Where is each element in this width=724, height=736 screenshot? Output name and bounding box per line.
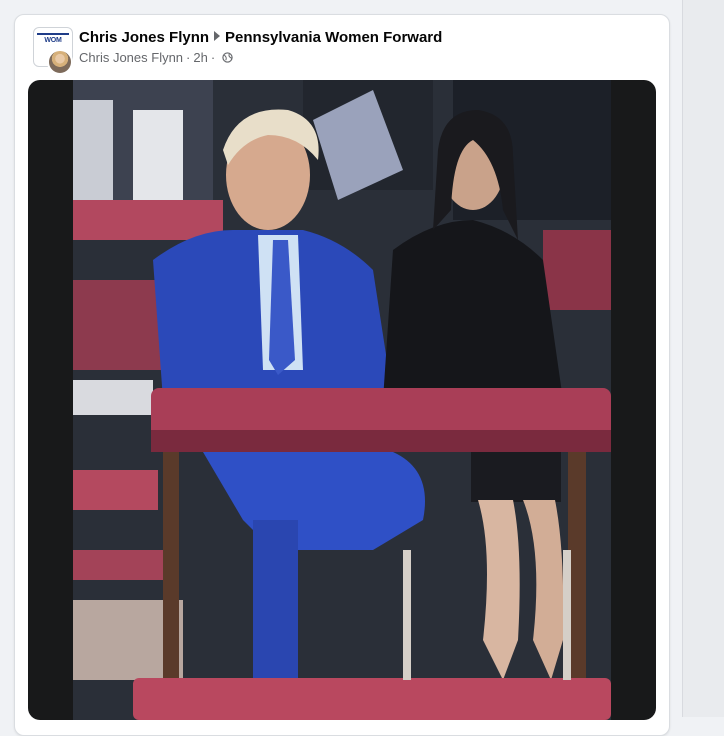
globe-icon — [222, 52, 233, 63]
author-name-link[interactable]: Chris Jones Flynn — [79, 29, 209, 46]
post-header: Chris Jones Flynn Pennsylvania Women Forw… — [79, 29, 442, 46]
photo-illustration — [73, 80, 611, 720]
page-scrollbar[interactable] — [682, 0, 724, 717]
post-timestamp[interactable]: 2h — [193, 50, 207, 65]
group-logo-bar — [37, 33, 69, 35]
post-meta: Chris Jones Flynn · 2h · — [79, 50, 233, 65]
meta-separator-2: · — [210, 50, 216, 65]
post-photo-container[interactable] — [28, 80, 656, 720]
group-logo-text: WOM — [44, 37, 62, 44]
meta-separator: · — [186, 50, 191, 65]
post-photo[interactable] — [73, 80, 611, 720]
author-avatar[interactable] — [47, 49, 73, 75]
group-name-link[interactable]: Pennsylvania Women Forward — [225, 29, 442, 46]
shared-to-arrow-icon — [214, 31, 221, 41]
post-card: WOM Chris Jones Flynn Pennsylvania Women … — [14, 14, 670, 736]
sub-author-link[interactable]: Chris Jones Flynn — [79, 50, 183, 65]
